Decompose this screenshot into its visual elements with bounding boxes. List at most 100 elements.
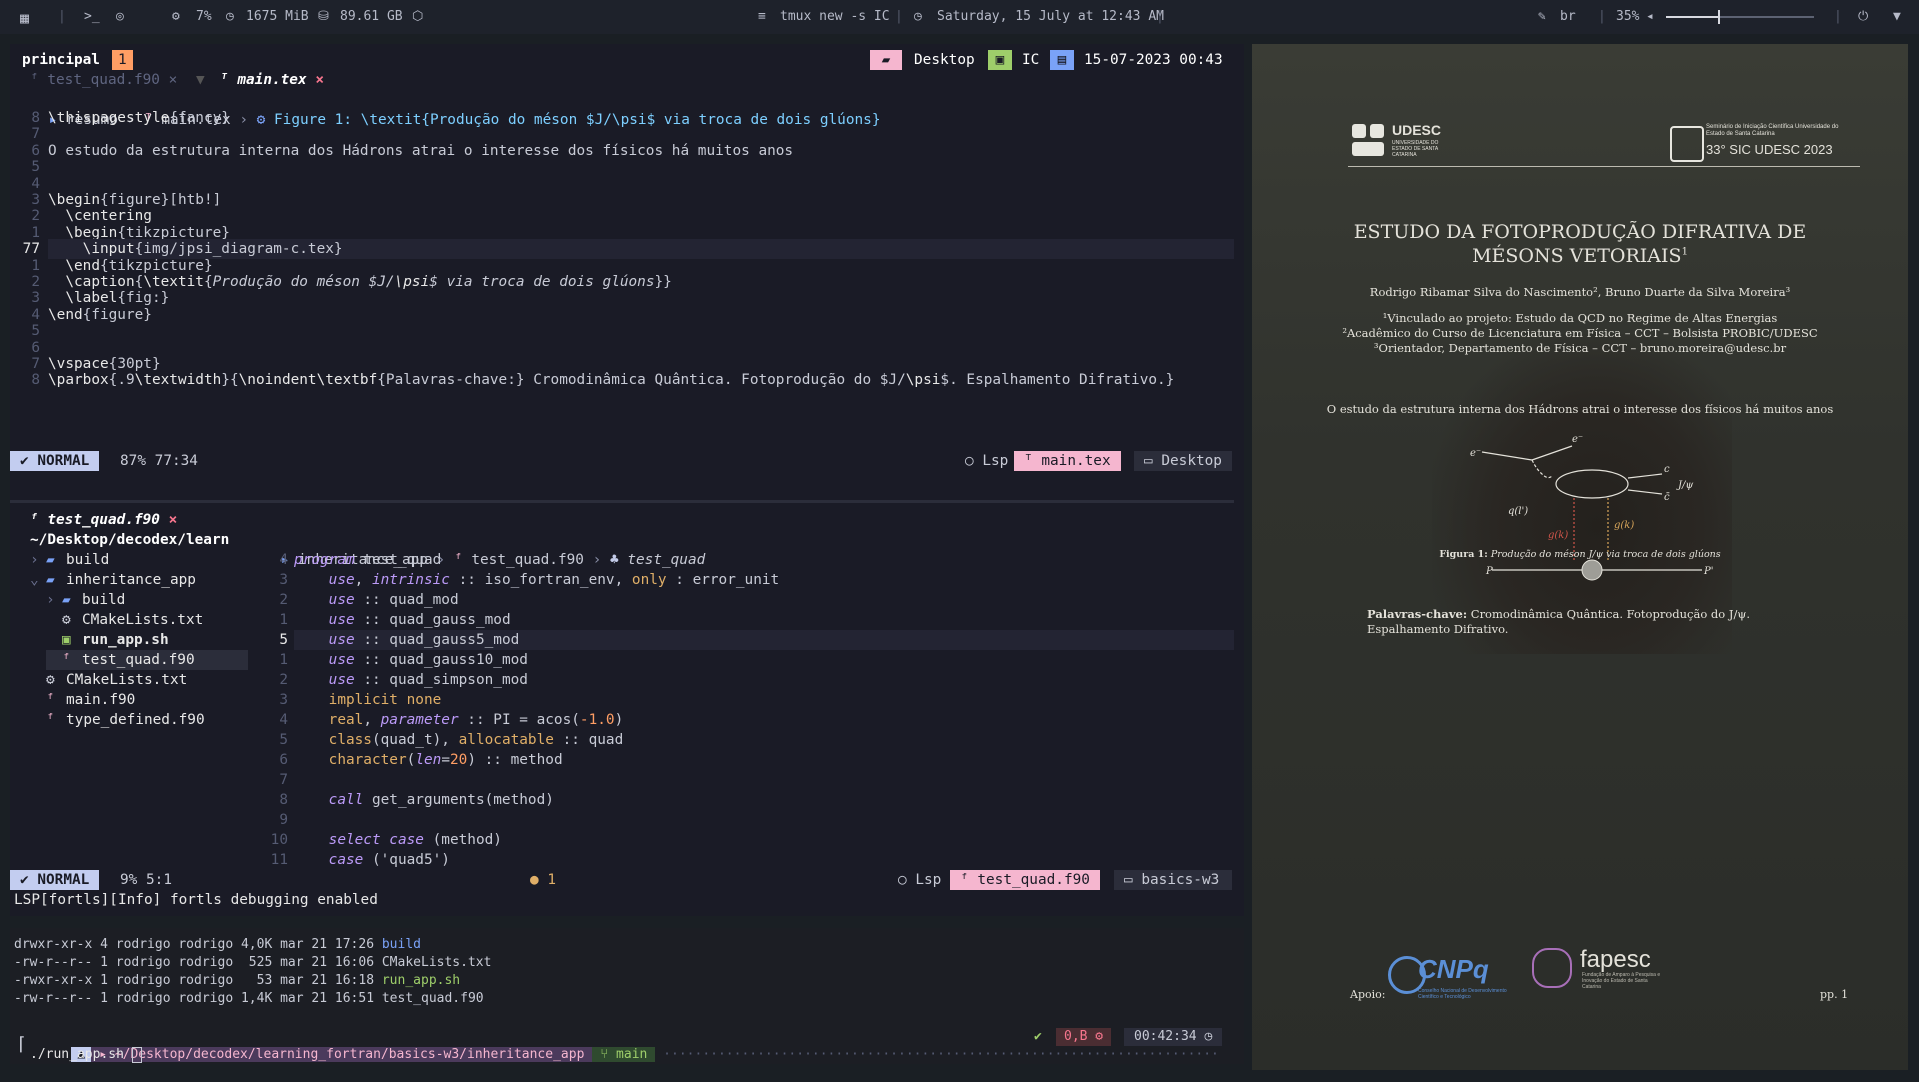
status-circle-icon[interactable]: ◎	[116, 9, 124, 24]
pdf-viewer[interactable]: UDESC UNIVERSIDADE DO ESTADO DE SANTA CA…	[1252, 44, 1908, 1070]
fapesc-logo-text: fapesc	[1580, 946, 1651, 973]
code-line[interactable]: use, intrinsic :: iso_fortran_env, only …	[294, 570, 780, 590]
diagram-quark-loop	[1555, 469, 1629, 499]
diagram-label-jpsi: J/ψ	[1676, 480, 1693, 491]
statusline-bottom: ✔ NORMAL 9% 5:1 ● 1 ○ Lsp ᶠ test_quad.f9…	[10, 870, 1234, 890]
breadcrumb-item[interactable]: test_quad	[627, 552, 705, 568]
keyboard-layout[interactable]: br	[1560, 9, 1576, 24]
statusline-dir: ▭ Desktop	[1134, 451, 1232, 471]
tree-file[interactable]: ᶠ main.f90	[30, 690, 135, 710]
diagram-label-p-out: P'	[1703, 566, 1713, 577]
code-line[interactable]: real, parameter :: PI = acos(-1.0)	[294, 710, 624, 730]
prompt-exit-info: 0,B ⚙	[1056, 1028, 1112, 1046]
diagram-cbar-line	[1627, 489, 1663, 495]
code-line[interactable]: case ('quad5')	[294, 850, 450, 870]
file-icon: ᶠ	[46, 692, 55, 708]
tmux-right-dir: Desktop	[914, 52, 975, 68]
keyboard-pen-icon: ✎	[1538, 9, 1546, 24]
tab-close-icon[interactable]: ×	[315, 72, 324, 88]
vim-mode: ✔ NORMAL	[10, 870, 100, 890]
tab-test-quad-active[interactable]: ᶠ test_quad.f90 ×	[30, 510, 177, 530]
code-line[interactable]: character(len=20) :: method	[294, 750, 563, 770]
code-line[interactable]: use :: quad_gauss_mod	[294, 610, 511, 630]
tree-file[interactable]: ⚙ CMakeLists.txt	[30, 670, 187, 690]
breadcrumb-item[interactable]: test_quad.f90	[471, 552, 584, 568]
tab-test-quad[interactable]: ᶠ test_quad.f90 ×	[30, 70, 177, 90]
volume-slider-knob[interactable]	[1717, 10, 1720, 24]
code-line[interactable]: use :: quad_gauss5_mod	[294, 630, 1234, 650]
affiliation-3: ³Orientador, Departamento de Física – CC…	[1373, 341, 1787, 355]
bar-separator: |	[895, 9, 903, 24]
tree-file[interactable]: ▣ run_app.sh	[46, 630, 169, 650]
tmux-right-host: IC	[1022, 52, 1040, 68]
tmux-window-index[interactable]: 1	[112, 50, 133, 70]
tab-close-icon[interactable]: ×	[169, 512, 178, 528]
prompt-ok-icon: ✔	[1034, 1029, 1042, 1044]
header-rule	[1348, 166, 1860, 167]
code-line[interactable]: select case (method)	[294, 830, 502, 850]
tree-file[interactable]: ᶠ type_defined.f90	[30, 710, 205, 730]
diagram-label-p-in: P	[1485, 566, 1493, 577]
ls-row: -rw-r--r-- 1 rodrigo rodrigo 1,4K mar 21…	[14, 991, 484, 1006]
ls-row: -rwxr-xr-x 1 rodrigo rodrigo 53 mar 21 1…	[14, 973, 461, 988]
shell-command[interactable]: ./run_app.sh	[30, 1046, 142, 1064]
power-icon[interactable]: ⏻	[1858, 9, 1868, 24]
file-icon: ᶠ	[62, 652, 71, 668]
apps-grid-icon[interactable]: ▦	[20, 9, 29, 27]
disk-usage: 89.61 GB	[340, 9, 403, 24]
sic-logo-text: 33° SIC UDESC 2023	[1706, 142, 1833, 157]
code-line[interactable]: call get_arguments(method)	[294, 790, 554, 810]
code-line[interactable]: \thispagestyle{fancy}	[48, 108, 230, 128]
terminal-badge-icon: ▣	[988, 50, 1012, 70]
volume-slider[interactable]	[1666, 10, 1814, 24]
tree-folder[interactable]: › ▰ build	[30, 550, 109, 570]
code-line[interactable]: use :: quad_mod	[294, 590, 459, 610]
line-number: 10	[270, 832, 288, 848]
code-line[interactable]: O estudo da estrutura interna dos Hádron…	[48, 141, 793, 161]
terminal-icon[interactable]: >_	[84, 9, 100, 24]
statusline-file: ᶠ test_quad.f90	[950, 870, 1100, 890]
code-line[interactable]: implicit none	[294, 690, 442, 710]
udesc-logo-icon	[1352, 124, 1386, 158]
tab-close-icon[interactable]: ×	[169, 72, 178, 88]
lsp-status: ○ Lsp	[965, 453, 1009, 469]
diagram-photon	[1531, 459, 1553, 479]
tmux-terminal[interactable]: principal 1 ▰ Desktop ▣ IC ▤ 15-07-2023 …	[10, 44, 1244, 916]
calendar-icon: ▤	[1050, 50, 1074, 70]
code-line[interactable]: \input{img/jpsi_diagram-c.tex}	[48, 239, 1234, 260]
code-line[interactable]: class(quad_t), allocatable :: quad	[294, 730, 624, 750]
pane-divider[interactable]	[10, 500, 1234, 503]
memory-usage: 1675 MiB	[246, 9, 309, 24]
file-icon: ▣	[62, 632, 71, 648]
text-cursor	[131, 1046, 142, 1063]
code-line[interactable]: program test_quad	[294, 550, 441, 570]
tree-file[interactable]: ⚙ CMakeLists.txt	[46, 610, 203, 630]
shell-terminal[interactable]: drwxr-xr-x 4 rodrigo rodrigo 4,0K mar 21…	[10, 928, 1244, 1064]
fapesc-logo-icon	[1532, 948, 1572, 988]
bar-separator: |	[1156, 9, 1164, 24]
network-icon[interactable]: ▼	[1893, 9, 1901, 24]
window-title[interactable]: tmux new -s IC	[780, 9, 890, 24]
line-number: 7	[279, 772, 288, 788]
code-line[interactable]: \parbox{.9\textwidth}{\noindent\textbf{P…	[48, 370, 1174, 390]
breadcrumb-item[interactable]: Figure 1: \textit{Produção do méson $J/\…	[274, 112, 880, 128]
cnpq-logo-text: CNPq	[1418, 954, 1489, 984]
package-icon[interactable]: ⬡	[412, 9, 423, 24]
tree-file[interactable]: ᶠ test_quad.f90	[46, 650, 248, 670]
folder-icon: ▰	[62, 592, 71, 608]
code-line[interactable]: \end{figure}	[48, 305, 152, 325]
code-line[interactable]: use :: quad_gauss10_mod	[294, 650, 528, 670]
affiliation-1: ¹Vinculado ao projeto: Estudo da QCD no …	[1382, 311, 1778, 325]
file-icon: ⚙	[62, 612, 71, 628]
tree-folder[interactable]: ⌄ ▰ inheritance_app	[30, 570, 196, 590]
paper-authors: Rodrigo Ribamar Silva do Nascimento², Br…	[1369, 285, 1791, 299]
file-icon: ⚙	[46, 672, 55, 688]
code-line[interactable]: use :: quad_simpson_mod	[294, 670, 528, 690]
datetime[interactable]: Saturday, 15 July at 12:43 AM	[937, 9, 1164, 24]
tab-main-tex[interactable]: ᵀ main.tex ×	[220, 70, 324, 90]
tree-folder[interactable]: › ▰ build	[46, 590, 125, 610]
diagram-label-e-out: e⁻	[1572, 434, 1583, 445]
prompt-path: ▸ ~/Desktop/decodex/learning_fortran/bas…	[91, 1047, 593, 1062]
diagram-label-cbar: c̄	[1664, 492, 1670, 503]
speaker-icon[interactable]: ◂	[1646, 9, 1654, 24]
